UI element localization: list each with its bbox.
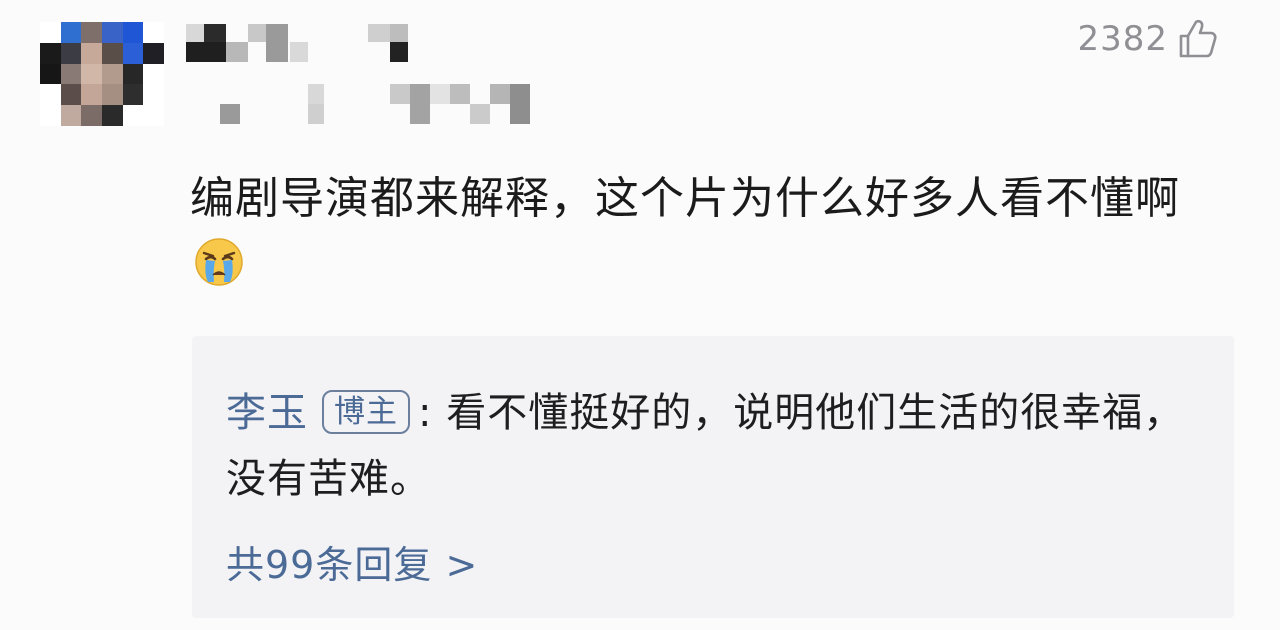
reply-separator: : <box>418 390 433 436</box>
more-replies-label: 共99条回复 <box>226 543 433 587</box>
like-count: 2382 <box>1077 19 1168 59</box>
comment-body: 编剧导演都来解释，这个片为什么好多人看不懂啊 <box>190 166 1230 306</box>
thumbs-up-icon <box>1178 18 1218 60</box>
avatar[interactable] <box>40 22 164 126</box>
reply-item: 李玉 博主: 看不懂挺好的，说明他们生活的很幸福，没有苦难。 <box>226 380 1206 512</box>
chevron-right-icon: > <box>445 543 479 587</box>
username-pixelated[interactable] <box>186 24 416 64</box>
comment-card: 2382 编剧导演都来解释，这个片为什么好多人看不懂啊 李玉 博主: 看不懂挺好的… <box>0 0 1280 630</box>
comment-text: 编剧导演都来解释，这个片为什么好多人看不懂啊 <box>190 173 1180 224</box>
meta-pixelated <box>220 84 540 128</box>
author-badge: 博主 <box>322 390 410 434</box>
view-more-replies-link[interactable]: 共99条回复 > <box>226 534 478 589</box>
reply-author[interactable]: 李玉 <box>226 390 308 436</box>
like-button[interactable]: 2382 <box>1077 18 1218 60</box>
crying-face-emoji <box>194 237 244 306</box>
reply-preview[interactable]: 李玉 博主: 看不懂挺好的，说明他们生活的很幸福，没有苦难。 共99条回复 > <box>192 336 1234 618</box>
